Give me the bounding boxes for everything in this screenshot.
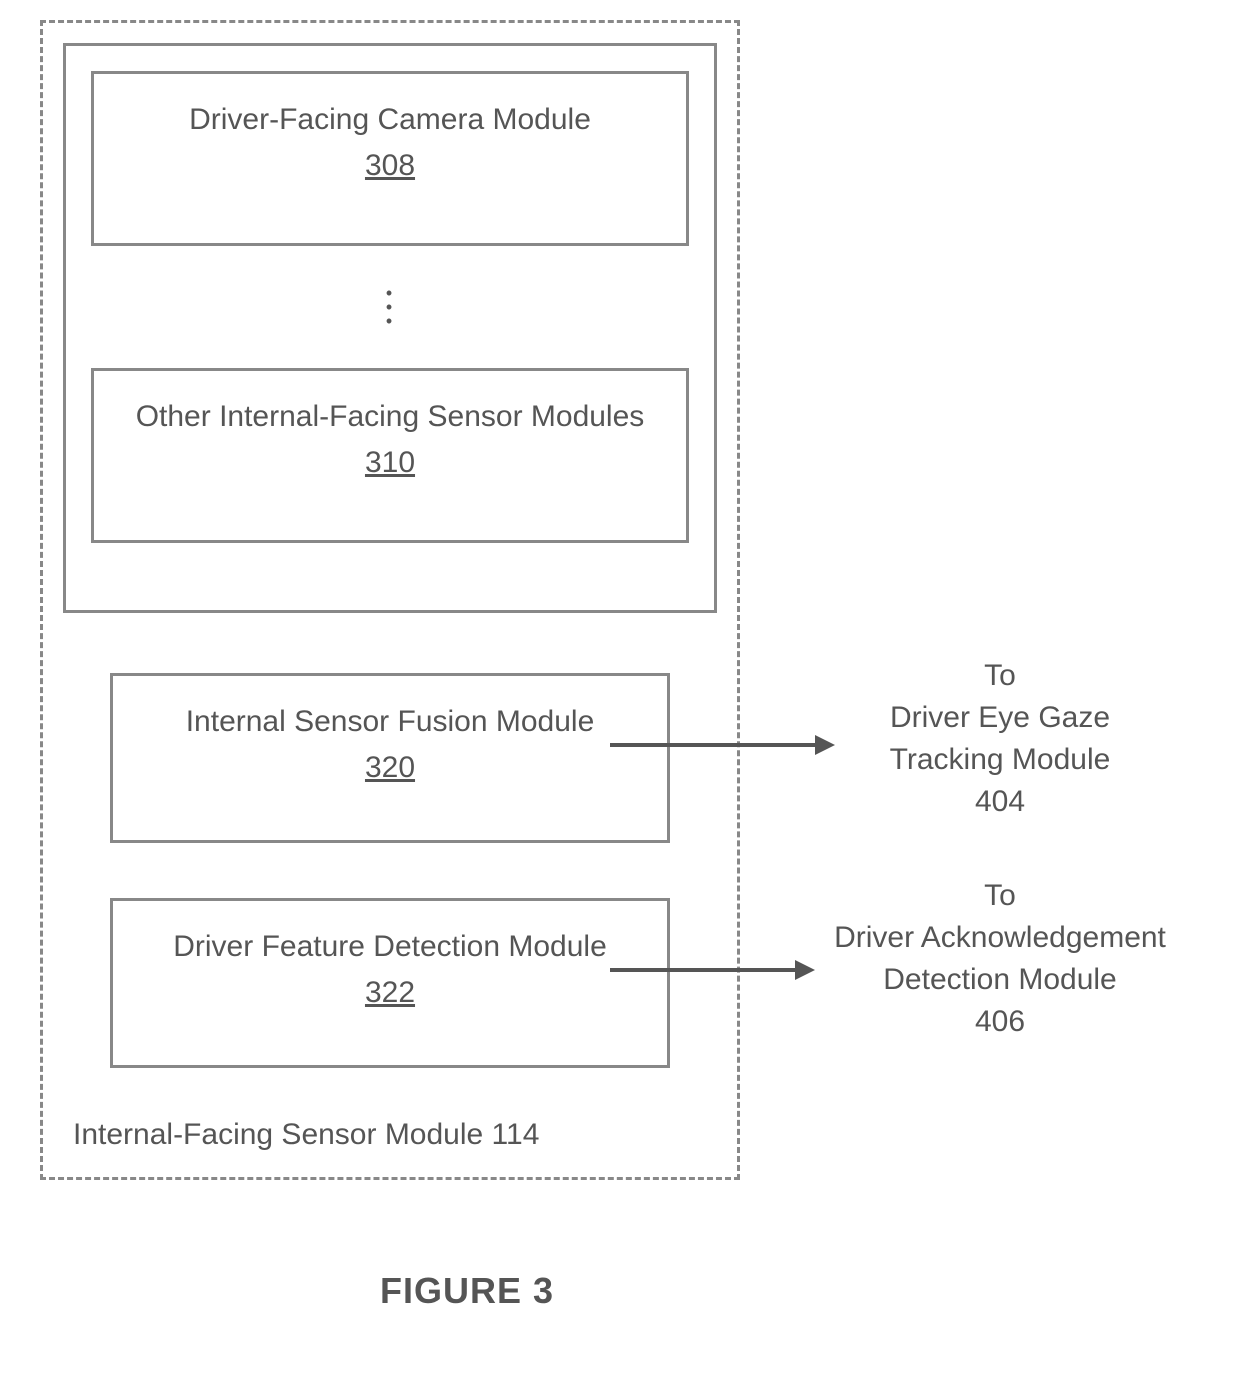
gaze-prefix: To — [840, 655, 1160, 697]
driver-feature-detection-module-box: Driver Feature Detection Module 322 — [110, 898, 670, 1068]
fusion-module-ref: 320 — [365, 751, 415, 785]
gaze-label: Driver Eye Gaze Tracking Module — [840, 697, 1160, 781]
output-gaze-tracking-label: To Driver Eye Gaze Tracking Module 404 — [840, 655, 1160, 823]
figure-title: FIGURE 3 — [380, 1270, 554, 1312]
sensor-modules-group: Driver-Facing Camera Module 308 ••• Othe… — [63, 43, 717, 613]
camera-module-label: Driver-Facing Camera Module — [109, 99, 671, 141]
ack-ref: 406 — [820, 1001, 1180, 1043]
other-internal-sensors-module-box: Other Internal-Facing Sensor Modules 310 — [91, 368, 689, 543]
internal-sensor-fusion-module-box: Internal Sensor Fusion Module 320 — [110, 673, 670, 843]
camera-module-ref: 308 — [365, 149, 415, 183]
internal-facing-sensor-module-container: Driver-Facing Camera Module 308 ••• Othe… — [40, 20, 740, 1180]
ack-label: Driver Acknowledgement Detection Module — [820, 917, 1180, 1001]
other-sensors-ref: 310 — [365, 446, 415, 480]
driver-facing-camera-module-box: Driver-Facing Camera Module 308 — [91, 71, 689, 246]
fusion-module-label: Internal Sensor Fusion Module — [128, 701, 652, 743]
other-sensors-label: Other Internal-Facing Sensor Modules — [109, 396, 671, 438]
container-label: Internal-Facing Sensor Module 114 — [73, 1118, 539, 1152]
feature-detection-ref: 322 — [365, 976, 415, 1010]
output-acknowledgement-label: To Driver Acknowledgement Detection Modu… — [820, 875, 1180, 1043]
ack-prefix: To — [820, 875, 1180, 917]
arrow-to-acknowledgement — [610, 950, 820, 990]
feature-detection-label: Driver Feature Detection Module — [128, 926, 652, 968]
gaze-ref: 404 — [840, 781, 1160, 823]
arrow-to-gaze-tracking — [610, 725, 840, 765]
ellipsis-dots: ••• — [91, 246, 689, 368]
